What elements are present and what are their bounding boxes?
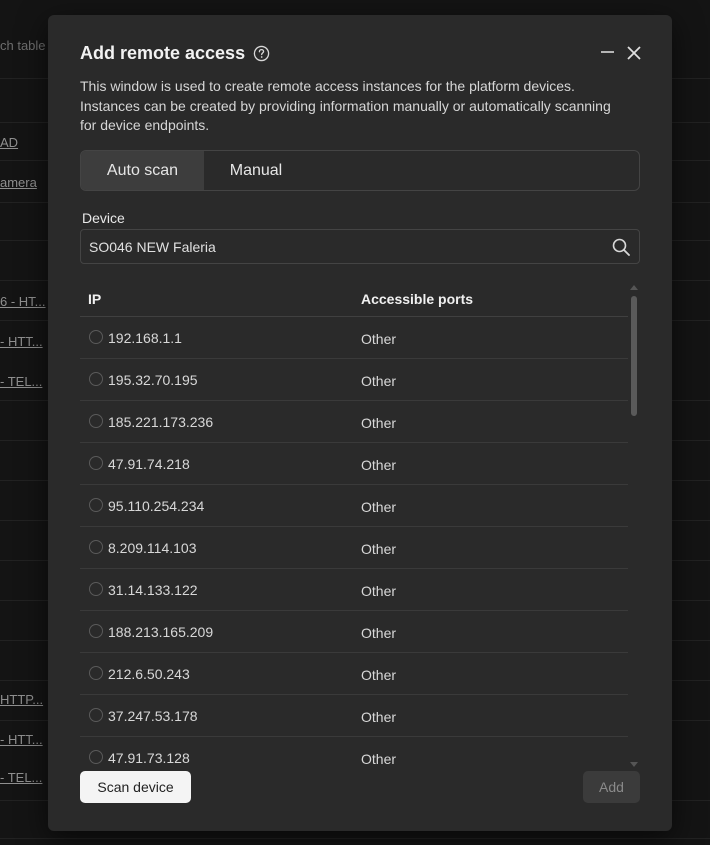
table-row[interactable]: 47.91.74.218 Other bbox=[80, 443, 628, 485]
add-button[interactable]: Add bbox=[583, 771, 640, 803]
background-link[interactable]: - TEL... bbox=[0, 770, 42, 785]
row-ports: Other bbox=[361, 751, 397, 767]
background-search-placeholder: ch table bbox=[0, 38, 46, 53]
row-radio[interactable] bbox=[89, 624, 103, 638]
mode-tabs: Auto scan Manual bbox=[80, 150, 640, 191]
background-link[interactable]: amera bbox=[0, 175, 37, 190]
table-row[interactable]: 95.110.254.234 Other bbox=[80, 485, 628, 527]
row-ip: 188.213.165.209 bbox=[108, 624, 214, 640]
table-row[interactable]: 188.213.165.209 Other bbox=[80, 611, 628, 653]
row-ports: Other bbox=[361, 583, 397, 599]
device-value: SO046 NEW Faleria bbox=[89, 239, 216, 255]
background-link[interactable]: - HTT... bbox=[0, 732, 43, 747]
add-remote-access-dialog: Add remote access This window is used to… bbox=[48, 15, 672, 831]
row-ports: Other bbox=[361, 415, 397, 431]
search-icon[interactable] bbox=[611, 237, 631, 257]
row-ip: 8.209.114.103 bbox=[108, 540, 197, 556]
table-row[interactable]: 47.91.73.128 Other bbox=[80, 737, 628, 767]
row-ports: Other bbox=[361, 499, 397, 515]
minimize-icon[interactable] bbox=[598, 43, 618, 63]
background-link[interactable]: 6 - HT... bbox=[0, 294, 46, 309]
row-ports: Other bbox=[361, 709, 397, 725]
table-row[interactable]: 195.32.70.195 Other bbox=[80, 359, 628, 401]
dialog-header: Add remote access bbox=[80, 43, 656, 67]
background-divider bbox=[0, 838, 710, 839]
row-ip: 195.32.70.195 bbox=[108, 372, 198, 388]
table-row[interactable]: 185.221.173.236 Other bbox=[80, 401, 628, 443]
row-radio[interactable] bbox=[89, 666, 103, 680]
row-radio[interactable] bbox=[89, 708, 103, 722]
row-radio[interactable] bbox=[89, 750, 103, 764]
scrollbar-thumb[interactable] bbox=[631, 296, 637, 416]
scroll-up-arrow-icon[interactable] bbox=[630, 285, 638, 290]
row-ip: 212.6.50.243 bbox=[108, 666, 190, 682]
table-row[interactable]: 212.6.50.243 Other bbox=[80, 653, 628, 695]
row-radio[interactable] bbox=[89, 456, 103, 470]
background-link[interactable]: - TEL... bbox=[0, 374, 42, 389]
row-radio[interactable] bbox=[89, 414, 103, 428]
device-label: Device bbox=[82, 210, 125, 226]
row-ports: Other bbox=[361, 625, 397, 641]
row-ports: Other bbox=[361, 331, 397, 347]
help-circle-icon[interactable] bbox=[253, 45, 270, 62]
tab-manual[interactable]: Manual bbox=[204, 151, 308, 190]
row-ip: 185.221.173.236 bbox=[108, 414, 214, 430]
dialog-description: This window is used to create remote acc… bbox=[80, 78, 611, 133]
row-ip: 47.91.74.218 bbox=[108, 456, 190, 472]
row-radio[interactable] bbox=[89, 372, 103, 386]
row-ip: 47.91.73.128 bbox=[108, 750, 190, 766]
row-ip: 192.168.1.1 bbox=[108, 330, 182, 346]
row-ports: Other bbox=[361, 457, 397, 473]
row-ports: Other bbox=[361, 667, 397, 683]
row-radio[interactable] bbox=[89, 498, 103, 512]
table-row[interactable]: 37.247.53.178 Other bbox=[80, 695, 628, 737]
row-ip: 31.14.133.122 bbox=[108, 582, 198, 598]
ip-table: IP Accessible ports 192.168.1.1 Other 19… bbox=[80, 283, 628, 767]
table-row[interactable]: 31.14.133.122 Other bbox=[80, 569, 628, 611]
scan-device-button[interactable]: Scan device bbox=[80, 771, 191, 803]
row-ports: Other bbox=[361, 373, 397, 389]
table-row[interactable]: 8.209.114.103 Other bbox=[80, 527, 628, 569]
background-link[interactable]: HTTP... bbox=[0, 692, 43, 707]
device-search-input[interactable]: SO046 NEW Faleria bbox=[80, 229, 640, 264]
column-header-accessible-ports: Accessible ports bbox=[361, 291, 474, 307]
row-radio[interactable] bbox=[89, 582, 103, 596]
background-link[interactable]: - HTT... bbox=[0, 334, 43, 349]
dialog-title: Add remote access bbox=[80, 43, 246, 63]
background-link[interactable]: AD bbox=[0, 135, 18, 150]
column-header-ip: IP bbox=[88, 291, 102, 307]
table-row[interactable]: 192.168.1.1 Other bbox=[80, 317, 628, 359]
row-ip: 95.110.254.234 bbox=[108, 498, 205, 514]
row-ports: Other bbox=[361, 541, 397, 557]
tab-auto-scan[interactable]: Auto scan bbox=[81, 151, 204, 190]
close-icon[interactable] bbox=[624, 43, 644, 63]
row-radio[interactable] bbox=[89, 330, 103, 344]
table-scrollbar[interactable] bbox=[630, 285, 638, 767]
scroll-down-arrow-icon[interactable] bbox=[630, 762, 638, 767]
row-radio[interactable] bbox=[89, 540, 103, 554]
row-ip: 37.247.53.178 bbox=[108, 708, 198, 724]
